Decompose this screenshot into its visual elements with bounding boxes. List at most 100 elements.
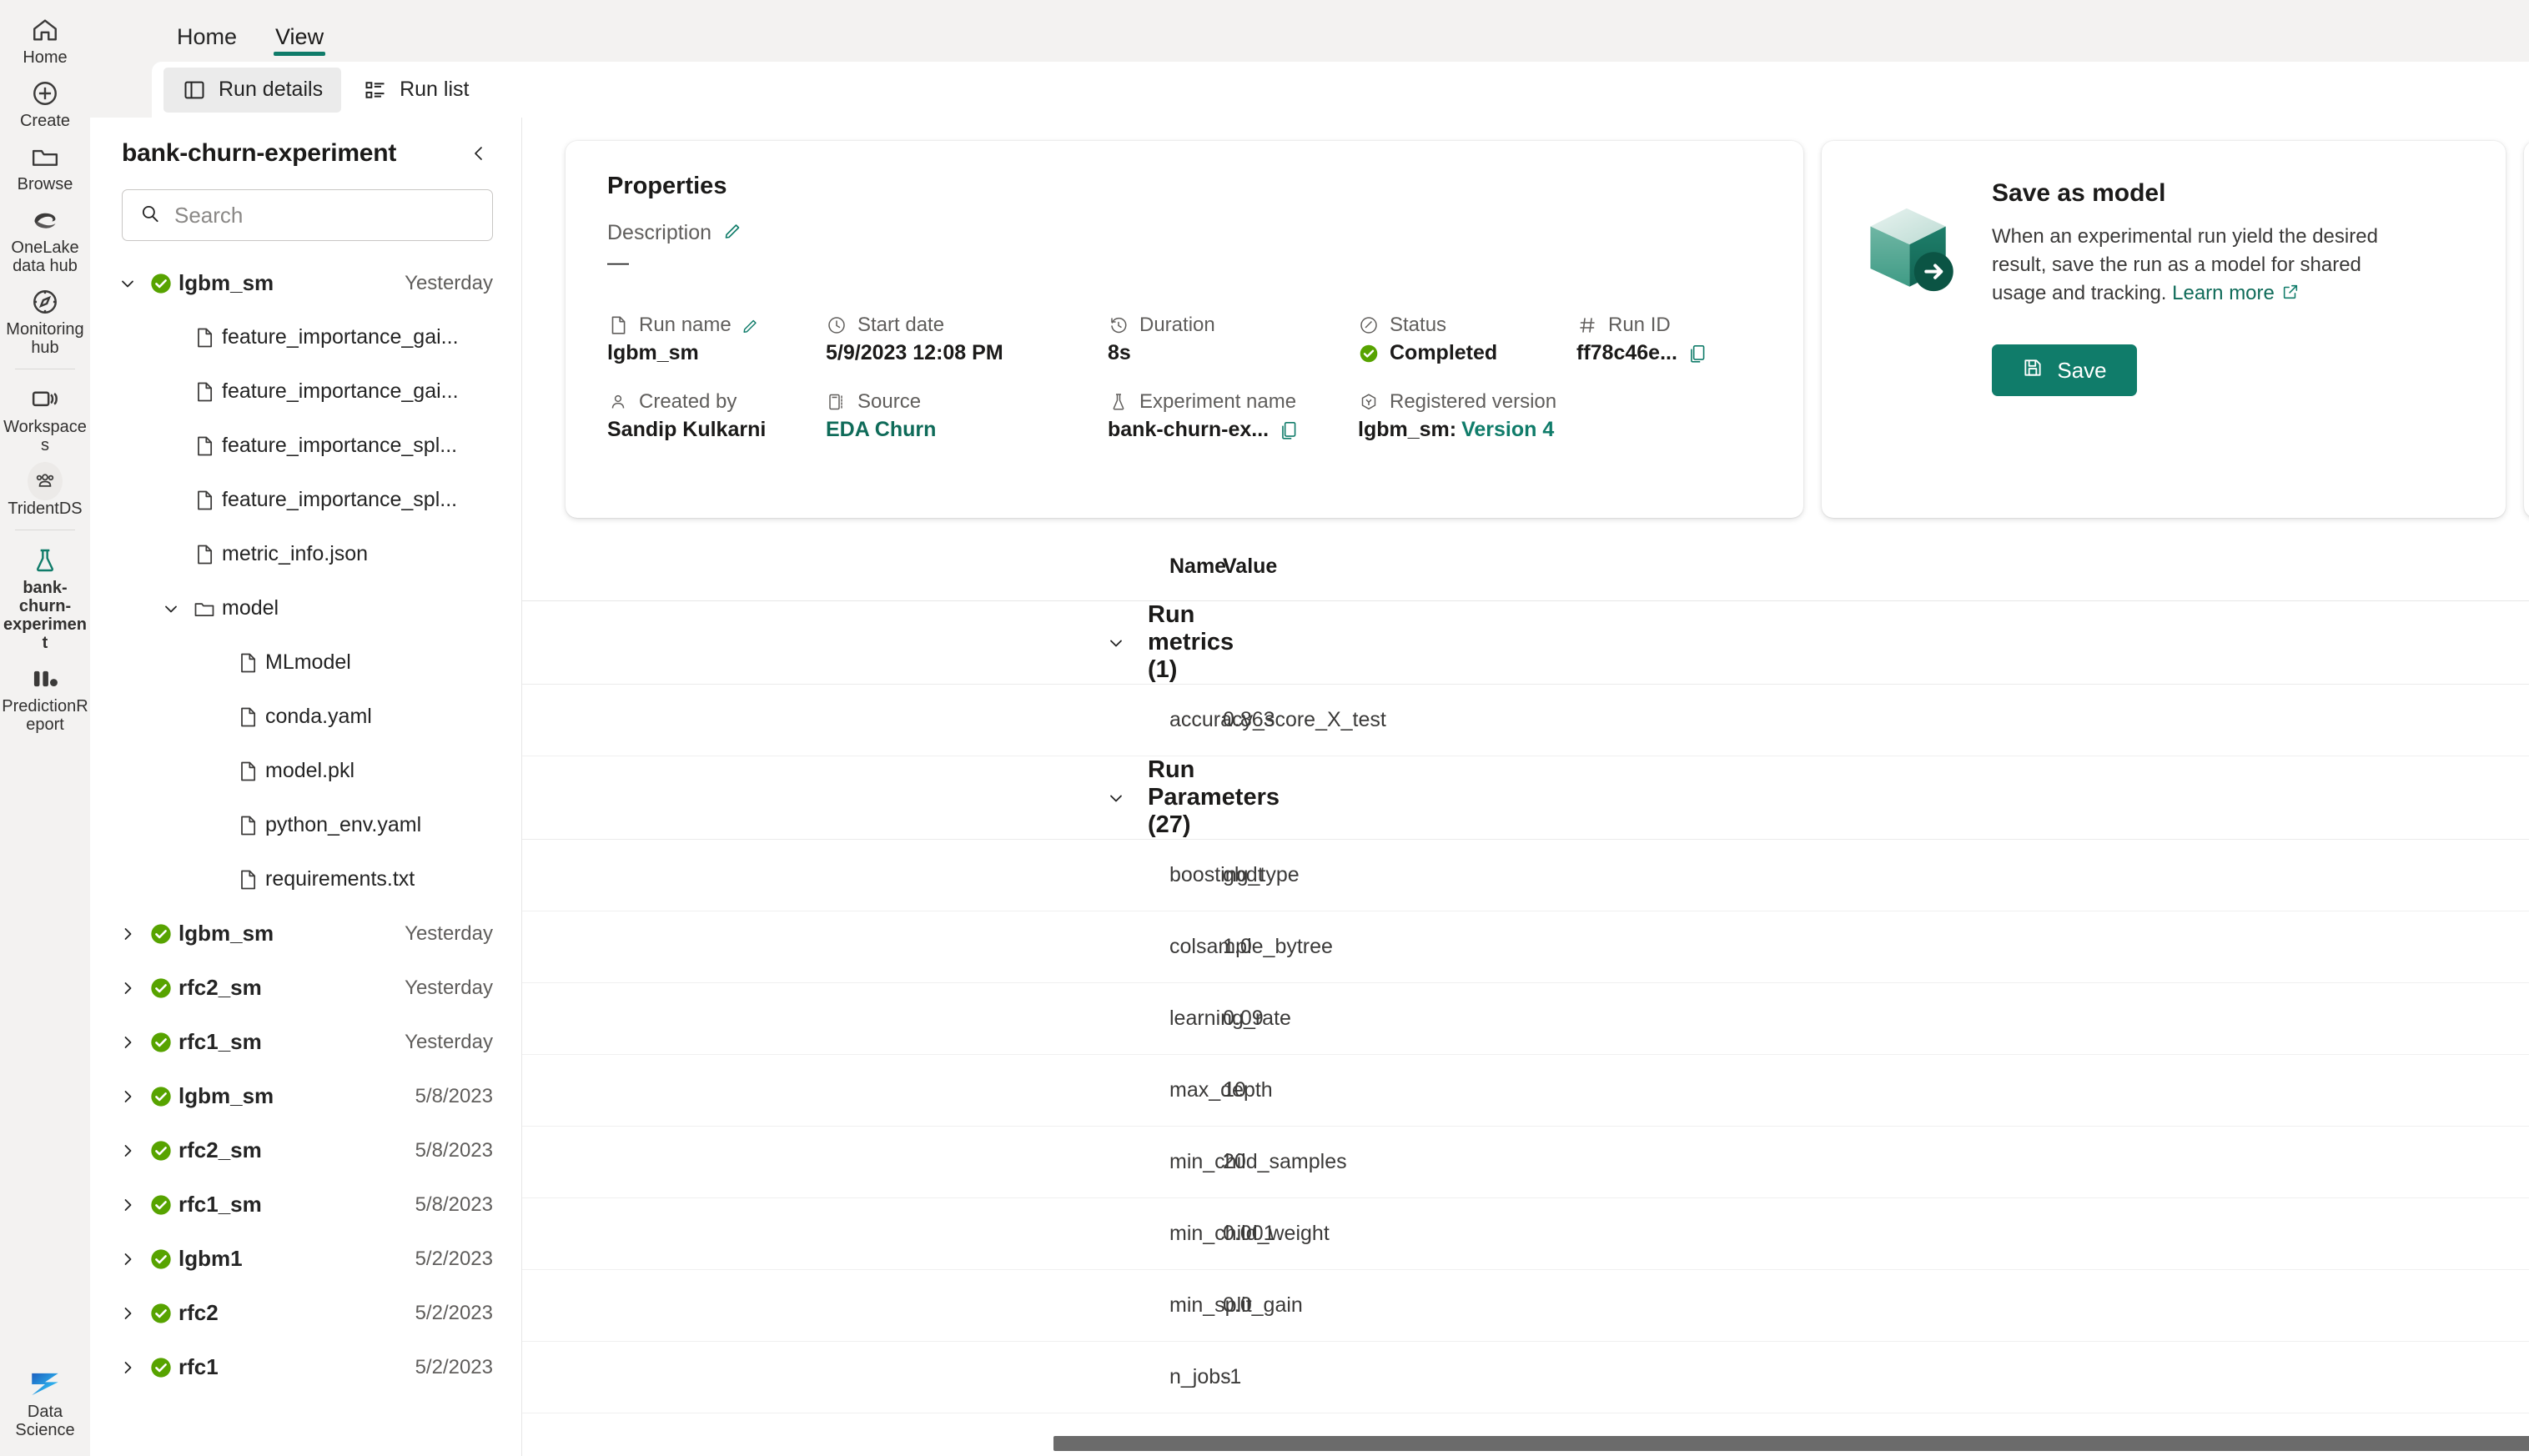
rail-item-monitoring-hub[interactable]: Monitoring hub — [3, 280, 87, 360]
artifact-tree-row[interactable]: feature_importance_spl... — [90, 419, 521, 473]
run-tree-row[interactable]: lgbm1 5/2/2023 — [90, 1232, 521, 1286]
run-tree-row[interactable]: lgbm_sm Yesterday — [90, 256, 521, 310]
ribbon-tab-view[interactable]: View — [264, 24, 335, 62]
table-group-row[interactable]: Run metrics (1) — [522, 600, 2529, 685]
learn-more-link[interactable]: Learn more — [2172, 282, 2275, 304]
file-icon — [187, 434, 222, 458]
rail-item-data-science[interactable]: Data Science — [3, 1363, 87, 1443]
artifact-tree-row[interactable]: conda.yaml — [90, 690, 521, 744]
property-label-row: Experiment name — [1108, 390, 1358, 414]
properties-title: Properties — [607, 173, 727, 199]
pencil-icon[interactable] — [742, 316, 760, 334]
chevron-down-icon[interactable] — [1106, 633, 1126, 653]
table-row[interactable]: min_child_weight 0.001 — [522, 1197, 2529, 1270]
status-success-icon — [143, 977, 178, 1000]
run-tree-row[interactable]: rfc2_sm 5/8/2023 — [90, 1123, 521, 1177]
chevron-right-icon[interactable] — [112, 978, 143, 998]
artifact-tree-row[interactable]: metric_info.json — [90, 527, 521, 581]
row-name: n_jobs — [522, 1341, 1231, 1413]
tree-node-label: rfc1_sm — [178, 1029, 262, 1054]
flask-icon — [28, 544, 63, 577]
chevron-right-icon[interactable] — [112, 1195, 143, 1215]
chevron-down-icon[interactable] — [1106, 788, 1126, 808]
property-label-row: Created by — [607, 390, 826, 414]
table-row[interactable]: n_jobs -1 — [522, 1341, 2529, 1413]
status-edit-icon — [1358, 314, 1380, 336]
chevron-right-icon[interactable] — [112, 1249, 143, 1269]
rail-item-bank-churn-experiment[interactable]: bank-churn-experiment — [3, 539, 87, 655]
run-tree-row[interactable]: rfc2_sm Yesterday — [90, 961, 521, 1015]
hash-icon — [1576, 314, 1598, 336]
search-box[interactable] — [122, 189, 493, 241]
property-label-row: Start date — [826, 314, 1108, 337]
sidebar-header: bank-churn-experiment — [90, 133, 521, 168]
tree-node-label: conda.yaml — [265, 705, 372, 728]
run-list-button[interactable]: Run list — [344, 68, 487, 113]
property-value: lgbm_sm — [607, 341, 699, 364]
table-row[interactable]: min_child_samples 20 — [522, 1126, 2529, 1198]
ribbon-tab-home[interactable]: Home — [165, 24, 249, 62]
rail-item-home[interactable]: Home — [3, 8, 87, 70]
copy-icon[interactable] — [1687, 343, 1707, 364]
chevron-right-icon[interactable] — [112, 924, 143, 944]
version-icon — [1358, 391, 1380, 413]
onelake-icon — [28, 203, 63, 237]
rail-item-browse[interactable]: Browse — [3, 135, 87, 197]
rail-item-onelake-data-hub[interactable]: OneLake data hub — [3, 198, 87, 279]
artifact-tree-row[interactable]: MLmodel — [90, 635, 521, 690]
artifact-tree-row[interactable]: python_env.yaml — [90, 798, 521, 852]
description-label-row: Description — [607, 220, 1765, 246]
chevron-right-icon[interactable] — [112, 1087, 143, 1107]
chevron-down-icon[interactable] — [112, 274, 143, 294]
property-value: Completed — [1390, 341, 1498, 364]
group-title: Run metrics (1) — [1148, 601, 1234, 683]
table-row[interactable]: min_split_gain 0.0 — [522, 1269, 2529, 1342]
artifact-tree-row[interactable]: model.pkl — [90, 744, 521, 798]
chevron-right-icon[interactable] — [112, 1141, 143, 1161]
property-value-row[interactable]: EDA Churn — [826, 418, 1108, 442]
run-details-button[interactable]: Run details — [163, 67, 342, 113]
sidebar-search-wrapper — [90, 168, 521, 241]
artifact-tree-row[interactable]: feature_importance_gai... — [90, 364, 521, 419]
save-button[interactable]: Save — [1992, 344, 2137, 396]
scrollbar-thumb[interactable] — [1053, 1436, 2529, 1451]
search-input[interactable] — [174, 202, 475, 228]
property-value-row: lgbm_sm: Version 4 — [1358, 418, 1576, 442]
property-value-row: 5/9/2023 12:08 PM — [826, 341, 1108, 365]
rail-item-workspaces[interactable]: Workspaces — [3, 378, 87, 458]
chevron-left-icon[interactable] — [465, 139, 493, 168]
chevron-down-icon[interactable] — [155, 599, 187, 619]
tree-node-date: Yesterday — [405, 271, 493, 294]
run-tree-row[interactable]: rfc1_sm 5/8/2023 — [90, 1177, 521, 1232]
tree-node-date: 5/2/2023 — [415, 1247, 493, 1270]
run-tree-row[interactable]: lgbm_sm Yesterday — [90, 906, 521, 961]
artifact-tree-row[interactable]: requirements.txt — [90, 852, 521, 906]
registered-version-link[interactable]: Version 4 — [1461, 418, 1554, 442]
external-link-icon[interactable] — [2281, 281, 2300, 309]
table-row[interactable]: colsample_bytree 1.0 — [522, 911, 2529, 983]
chevron-right-icon[interactable] — [112, 1303, 143, 1323]
artifact-tree-row[interactable]: model — [90, 581, 521, 635]
chevron-right-icon[interactable] — [112, 1358, 143, 1378]
table-row[interactable]: max_depth 10 — [522, 1054, 2529, 1127]
run-tree-row[interactable]: lgbm_sm 5/8/2023 — [90, 1069, 521, 1123]
table-row[interactable]: accuracy_score_X_test 0.863 — [522, 684, 2529, 756]
table-group-row[interactable]: Run Parameters (27) — [522, 756, 2529, 840]
artifact-tree-row[interactable]: feature_importance_gai... — [90, 310, 521, 364]
run-tree-row[interactable]: rfc1 5/2/2023 — [90, 1340, 521, 1394]
table-row[interactable]: learning_rate 0.09 — [522, 982, 2529, 1055]
property-cell: Start date 5/9/2023 12:08 PM — [826, 314, 1108, 365]
chevron-right-icon[interactable] — [112, 1032, 143, 1052]
rail-item-tridentds[interactable]: TridentDS — [3, 459, 87, 521]
tree-node-label: feature_importance_gai... — [222, 379, 459, 403]
run-tree-row[interactable]: rfc1_sm Yesterday — [90, 1015, 521, 1069]
rail-item-predictionreport[interactable]: PredictionReport — [2, 657, 88, 737]
rail-item-create[interactable]: Create — [3, 72, 87, 133]
horizontal-scrollbar[interactable] — [1053, 1436, 2529, 1451]
pencil-icon[interactable] — [723, 220, 743, 246]
column-header-value: Value — [1189, 543, 2529, 601]
table-row[interactable]: boosting_type gbdt — [522, 839, 2529, 911]
copy-icon[interactable] — [1279, 419, 1299, 441]
run-tree-row[interactable]: rfc2 5/2/2023 — [90, 1286, 521, 1340]
artifact-tree-row[interactable]: feature_importance_spl... — [90, 473, 521, 527]
